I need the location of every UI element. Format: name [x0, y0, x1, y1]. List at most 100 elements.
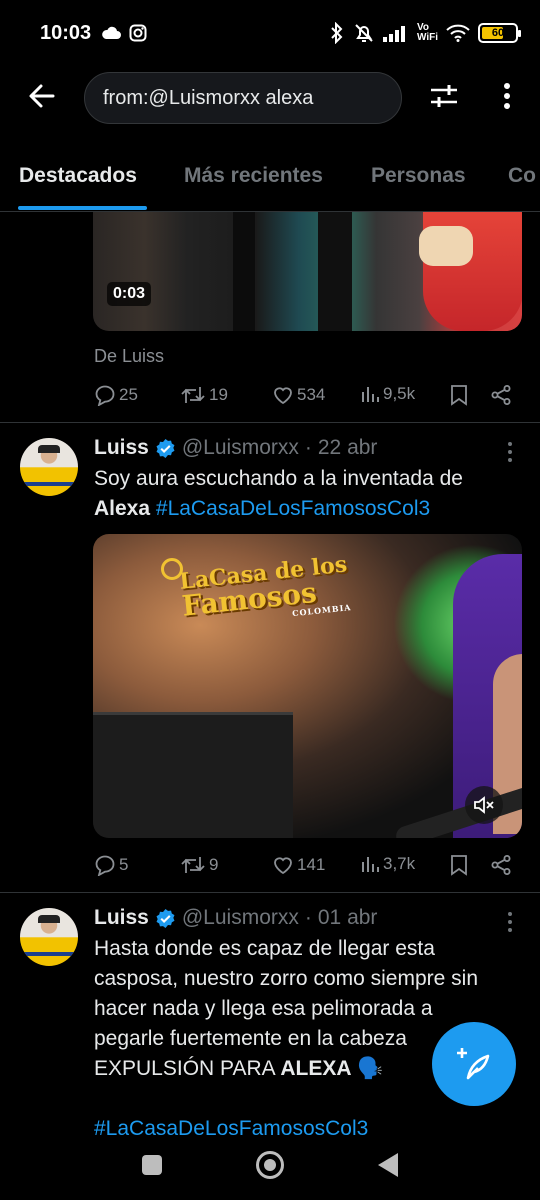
bell-off-icon [353, 22, 375, 44]
battery-level: 60 [491, 27, 505, 39]
tweet-video[interactable]: LaCasa de los Famosos COLOMBIA [93, 534, 522, 838]
back-icon[interactable] [378, 1153, 398, 1177]
tweet-text-line: hacer nada y llega esa pelimorada a [94, 997, 433, 1020]
share-button[interactable] [490, 854, 512, 876]
tweet-divider [0, 892, 540, 893]
instagram-icon [129, 24, 147, 42]
tweet-more-icon[interactable] [502, 912, 518, 932]
tweet-actions: 5 9 141 3,7k [94, 854, 514, 880]
bookmark-button[interactable] [450, 384, 468, 406]
tweet-divider [0, 422, 540, 423]
back-arrow-icon[interactable] [26, 80, 58, 112]
tweet-header: Luiss @Luismorxx · 22 abr [94, 436, 377, 460]
search-tabs: Destacados Más recientes Personas Co [0, 148, 540, 212]
retweet-count: 9 [209, 855, 219, 874]
speaking-head-emoji: 🗣️ [357, 1057, 384, 1080]
avatar[interactable] [20, 908, 78, 966]
author-handle[interactable]: @Luismorxx [182, 906, 299, 930]
reply-icon [95, 385, 115, 406]
tweet-date[interactable]: 22 abr [318, 436, 378, 460]
like-button[interactable]: 141 [272, 854, 325, 876]
heart-icon [274, 387, 292, 405]
status-bar: 10:03 Vo WiFi 60 [0, 0, 540, 66]
tweet-actions: 25 19 534 9,5k [94, 384, 514, 410]
retweet-button[interactable]: 19 [180, 384, 228, 406]
vowifi-icon: Vo WiFi [417, 23, 438, 43]
author-name[interactable]: Luiss [94, 436, 149, 460]
like-button[interactable]: 534 [272, 384, 325, 406]
vowifi-label-bottom: WiFi [416, 32, 438, 43]
bookmark-icon [451, 385, 467, 406]
highlighted-term: ALEXA [280, 1057, 352, 1080]
views-chart-icon [362, 387, 379, 402]
retweet-icon [181, 857, 205, 873]
reply-count: 5 [119, 855, 129, 874]
like-count: 534 [297, 385, 326, 404]
filter-sliders-icon[interactable] [428, 80, 460, 112]
battery-icon: 60 [478, 23, 521, 43]
clock: 10:03 [40, 21, 92, 44]
heart-icon [274, 857, 292, 875]
cloud-icon [101, 26, 122, 40]
tweet-text-line: Hasta donde es capaz de llegar esta [94, 937, 435, 960]
views-count: 9,5k [383, 384, 416, 403]
tab-destacados[interactable]: Destacados [19, 164, 137, 188]
highlighted-term: Alexa [94, 497, 151, 520]
separator-dot: · [304, 906, 312, 929]
author-handle[interactable]: @Luismorxx [182, 436, 299, 460]
verified-badge-icon [156, 438, 175, 458]
reply-count: 25 [119, 385, 138, 404]
more-options-icon[interactable] [494, 80, 520, 112]
views-button[interactable]: 9,5k [360, 384, 415, 404]
active-tab-indicator [18, 206, 147, 210]
tweet-more-icon[interactable] [502, 442, 518, 462]
speaker-muted-icon [474, 796, 494, 814]
separator-dot: · [304, 436, 312, 459]
like-count: 141 [297, 855, 326, 874]
views-chart-icon [362, 857, 379, 872]
wifi-icon [446, 24, 470, 42]
search-input[interactable]: from:@Luismorxx alexa [84, 72, 402, 124]
system-navigation-bar [0, 1140, 540, 1200]
search-results-feed: 0:03 De Luiss 25 19 534 9,5k Luiss @Luis… [0, 212, 540, 1140]
retweet-count: 19 [209, 385, 228, 404]
tab-personas[interactable]: Personas [371, 164, 466, 188]
tweet-text-line: Soy aura escuchando a la inventada de [94, 467, 463, 490]
tweet-text: Soy aura escuchando a la inventada de Al… [94, 464, 514, 524]
author-name[interactable]: Luiss [94, 906, 149, 930]
compose-tweet-button[interactable] [432, 1022, 516, 1106]
video-duration: 0:03 [107, 282, 152, 306]
recent-apps-icon[interactable] [142, 1155, 162, 1175]
tweet-date[interactable]: 01 abr [318, 906, 378, 930]
reply-icon [95, 855, 115, 876]
share-button[interactable] [490, 384, 512, 406]
compose-feather-icon [457, 1048, 490, 1080]
home-icon[interactable] [256, 1151, 284, 1179]
video-source-label[interactable]: De Luiss [94, 346, 164, 367]
tab-more-partial[interactable]: Co [508, 164, 536, 188]
bluetooth-icon [329, 22, 345, 44]
retweet-button[interactable]: 9 [180, 854, 218, 876]
verified-badge-icon [156, 908, 175, 928]
avatar[interactable] [20, 438, 78, 496]
bookmark-button[interactable] [450, 854, 468, 876]
reply-button[interactable]: 5 [94, 854, 128, 876]
tweet-text-line: casposa, nuestro zorro como siempre sin [94, 967, 478, 990]
retweet-icon [181, 387, 205, 403]
tweet-text-line: EXPULSIÓN PARA [94, 1057, 281, 1080]
hashtag-link[interactable]: #LaCasaDeLosFamososCol3 [94, 1117, 368, 1140]
views-count: 3,7k [383, 854, 416, 873]
tab-mas-recientes[interactable]: Más recientes [184, 164, 323, 188]
mute-toggle-button[interactable] [465, 786, 503, 824]
hashtag-link[interactable]: #LaCasaDeLosFamososCol3 [156, 497, 430, 520]
search-header: from:@Luismorxx alexa [0, 66, 540, 130]
search-query: from:@Luismorxx alexa [103, 86, 314, 109]
share-icon [491, 385, 511, 405]
share-icon [491, 855, 511, 875]
signal-icon [382, 24, 409, 42]
views-button[interactable]: 3,7k [360, 854, 415, 874]
show-logo: LaCasa de los Famosos COLOMBIA [178, 551, 352, 628]
tweet-video-thumbnail[interactable]: 0:03 [93, 212, 522, 331]
reply-button[interactable]: 25 [94, 384, 138, 406]
bookmark-icon [451, 855, 467, 876]
